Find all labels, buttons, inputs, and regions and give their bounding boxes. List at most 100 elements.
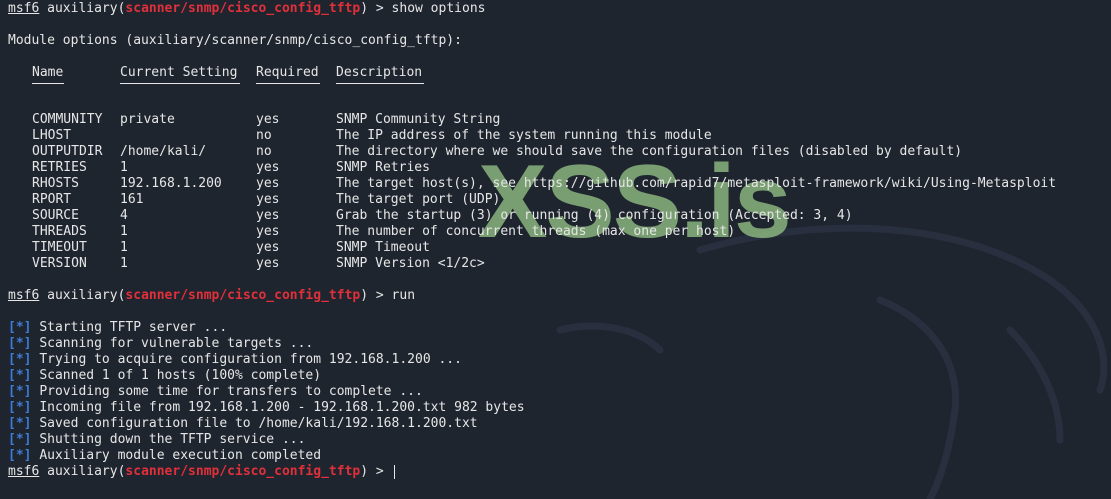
column-header-name: Name xyxy=(32,65,64,80)
prompt-module-type: auxiliary xyxy=(47,464,118,479)
table-row: VERSION 1 yes SNMP Version <1/2c> xyxy=(32,256,1111,272)
command-text: run xyxy=(391,288,416,303)
status-line: [*] Scanning for vulnerable targets ... xyxy=(8,336,1111,352)
table-row: THREADS 1 yes The number of concurrent thre… xyxy=(32,224,1111,240)
status-marker: [*] xyxy=(8,432,32,447)
prompt-user: msf6 xyxy=(8,288,40,303)
prompt-close: ) > xyxy=(360,1,384,16)
table-row: SOURCE 4 yes Grab the startup (3) or runnin… xyxy=(32,208,1111,224)
status-line: [*] Trying to acquire configuration from… xyxy=(8,352,1111,368)
status-marker: [*] xyxy=(8,336,32,351)
status-marker: [*] xyxy=(8,368,32,383)
prompt-line-run: msf6 auxiliary(scanner/snmp/cisco_config… xyxy=(8,288,1111,304)
table-header-row: Name Current Setting Required Descriptio… xyxy=(32,65,1111,81)
status-line: [*] Providing some time for transfers to… xyxy=(8,384,1111,400)
option-setting: 161 xyxy=(120,192,144,207)
option-required: yes xyxy=(256,176,280,191)
option-description: Grab the startup (3) or running (4) conf… xyxy=(336,208,853,223)
option-setting: 4 xyxy=(120,208,128,223)
option-required: yes xyxy=(256,160,280,175)
status-marker: [*] xyxy=(8,352,32,367)
option-name: COMMUNITY xyxy=(32,112,103,127)
terminal-output: msf6 auxiliary(scanner/snmp/cisco_config… xyxy=(8,1,1111,499)
table-row: RHOSTS 192.168.1.200 yes The target host(s)… xyxy=(32,176,1111,192)
table-row: OUTPUTDIR/home/kali/no The directory wher… xyxy=(32,144,1111,160)
option-setting: 192.168.1.200 xyxy=(120,176,222,191)
status-text: Scanning for vulnerable targets ... xyxy=(39,336,314,351)
option-name: SOURCE xyxy=(32,208,79,223)
table-row: LHOST no The IP address of the system runn… xyxy=(32,128,1111,144)
option-description: SNMP Retries xyxy=(336,160,430,175)
status-line: [*] Saved configuration file to /home/ka… xyxy=(8,416,1111,432)
column-header-required: Required xyxy=(256,65,319,80)
prompt-user: msf6 xyxy=(8,464,40,479)
column-header-current-setting: Current Setting xyxy=(120,65,238,80)
option-description: SNMP Timeout xyxy=(336,240,430,255)
status-marker: [*] xyxy=(8,416,32,431)
prompt-module-path: scanner/snmp/cisco_config_tftp xyxy=(125,464,361,479)
table-spacer xyxy=(32,96,1111,112)
table-row: TIMEOUT 1 yes SNMP Timeout xyxy=(32,240,1111,256)
option-description: The directory where we should save the c… xyxy=(336,144,963,159)
option-setting: private xyxy=(120,112,175,127)
prompt-close: ) > xyxy=(360,464,384,479)
option-description: The target port (UDP) xyxy=(336,192,501,207)
option-required: yes xyxy=(256,224,280,239)
status-text: Scanned 1 of 1 hosts (100% complete) xyxy=(39,368,322,383)
status-text: Trying to acquire configuration from 192… xyxy=(39,352,462,367)
table-header-underline xyxy=(32,81,1111,96)
status-text: Providing some time for transfers to com… xyxy=(39,384,423,399)
option-name: RPORT xyxy=(32,192,72,207)
option-description: SNMP Community String xyxy=(336,112,501,127)
module-options-title: Module options (auxiliary/scanner/snmp/c… xyxy=(8,33,462,48)
text-cursor[interactable] xyxy=(393,464,395,479)
option-name: OUTPUTDIR xyxy=(32,144,103,159)
prompt-line-current[interactable]: msf6 auxiliary(scanner/snmp/cisco_config… xyxy=(8,464,1111,480)
option-name: THREADS xyxy=(32,224,87,239)
option-required: no xyxy=(256,144,272,159)
table-row: RPORT 161 yes The target port (UDP) xyxy=(32,192,1111,208)
status-marker: [*] xyxy=(8,400,32,415)
prompt-module-path: scanner/snmp/cisco_config_tftp xyxy=(125,1,361,16)
options-table: Name Current Setting Required Descriptio… xyxy=(32,65,1111,272)
option-name: RETRIES xyxy=(32,160,87,175)
prompt-user: msf6 xyxy=(8,1,40,16)
prompt-module-path: scanner/snmp/cisco_config_tftp xyxy=(125,288,361,303)
status-line: [*] Incoming file from 192.168.1.200 - 1… xyxy=(8,400,1111,416)
option-description: The number of concurrent threads (max on… xyxy=(336,224,736,239)
option-required: no xyxy=(256,128,272,143)
status-text: Starting TFTP server ... xyxy=(39,320,228,335)
option-name: TIMEOUT xyxy=(32,240,87,255)
option-required: yes xyxy=(256,208,280,223)
option-required: yes xyxy=(256,256,280,271)
option-setting: 1 xyxy=(120,160,128,175)
status-marker: [*] xyxy=(8,448,32,463)
option-description: The target host(s), see https://github.c… xyxy=(336,176,1057,191)
option-required: yes xyxy=(256,240,280,255)
option-name: VERSION xyxy=(32,256,87,271)
table-row: COMMUNITY private yes SNMP Community String xyxy=(32,112,1111,128)
table-row: RETRIES 1 yes SNMP Retries xyxy=(32,160,1111,176)
option-setting: 1 xyxy=(120,240,128,255)
option-setting: /home/kali/ xyxy=(120,144,207,159)
status-text: Incoming file from 192.168.1.200 - 192.1… xyxy=(39,400,525,415)
option-required: yes xyxy=(256,192,280,207)
option-name: LHOST xyxy=(32,128,72,143)
status-text: Saved configuration file to /home/kali/1… xyxy=(39,416,478,431)
status-text: Auxiliary module execution completed xyxy=(39,448,322,463)
command-text: show options xyxy=(391,1,486,16)
status-line: [*] Scanned 1 of 1 hosts (100% complete) xyxy=(8,368,1111,384)
prompt-module-type: auxiliary xyxy=(47,288,118,303)
option-required: yes xyxy=(256,112,280,127)
option-name: RHOSTS xyxy=(32,176,79,191)
status-line: [*] Shutting down the TFTP service ... xyxy=(8,432,1111,448)
status-line: [*] Starting TFTP server ... xyxy=(8,320,1111,336)
option-setting: 1 xyxy=(120,224,128,239)
status-marker: [*] xyxy=(8,384,32,399)
option-description: The IP address of the system running thi… xyxy=(336,128,712,143)
prompt-close: ) > xyxy=(360,288,384,303)
status-marker: [*] xyxy=(8,320,32,335)
prompt-line-show-options: msf6 auxiliary(scanner/snmp/cisco_config… xyxy=(8,1,1111,17)
status-text: Shutting down the TFTP service ... xyxy=(39,432,306,447)
prompt-module-type: auxiliary xyxy=(47,1,118,16)
